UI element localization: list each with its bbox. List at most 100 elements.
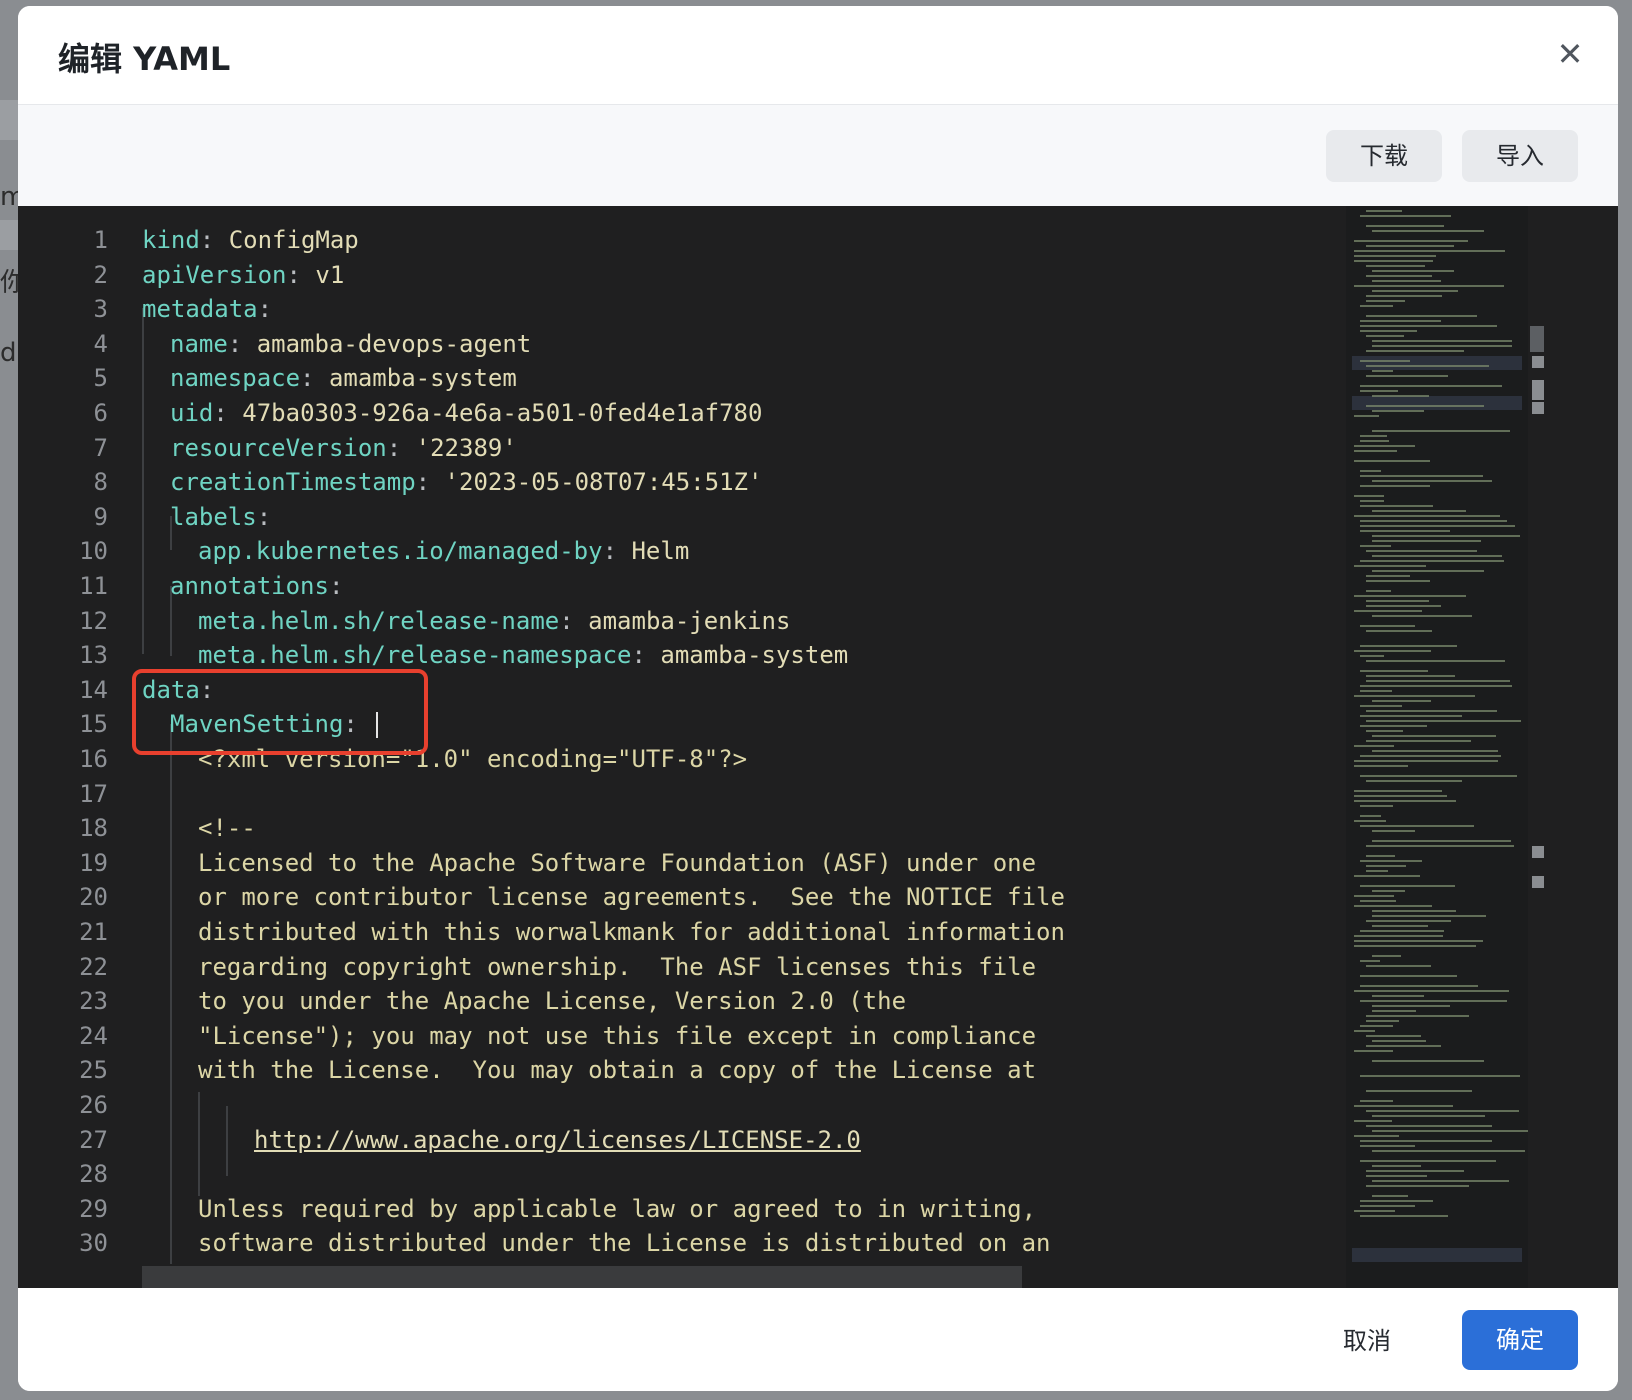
code-line: annotations: [170, 568, 343, 604]
yaml-separator: : [300, 364, 329, 393]
vertical-scrollbar-thumb[interactable] [1530, 326, 1544, 352]
minimap-line [1360, 705, 1403, 707]
backdrop-text: d [0, 338, 17, 368]
dialog-title: 编辑 YAML [58, 40, 231, 78]
minimap-line [1360, 1000, 1507, 1002]
yaml-key: meta.helm.sh/release-namespace [198, 641, 632, 670]
minimap-line [1354, 905, 1432, 907]
minimap-line [1366, 300, 1406, 302]
minimap-line [1372, 750, 1498, 752]
minimap-line [1366, 225, 1444, 227]
minimap-highlight [1352, 396, 1522, 410]
minimap-line [1360, 715, 1462, 717]
dialog-footer: 取消 确定 [18, 1288, 1618, 1391]
minimap-line [1360, 685, 1513, 687]
line-number: 8 [93, 468, 108, 497]
line-number: 28 [79, 1160, 108, 1189]
minimap-line [1366, 210, 1403, 212]
confirm-button[interactable]: 确定 [1462, 1310, 1578, 1370]
scrollbar-marker [1532, 356, 1544, 368]
yaml-key: namespace [170, 364, 301, 393]
minimap-line [1360, 440, 1389, 442]
minimap-line [1372, 395, 1430, 397]
line-number: 2 [93, 260, 108, 289]
minimap-line [1372, 735, 1497, 737]
minimap-line [1360, 390, 1398, 392]
edit-yaml-dialog: 编辑 YAML ✕ 下载 导入 1 2 3 4 5 6 7 8 9 10 11 12 13 14 15 16 1… [18, 6, 1618, 1391]
license-link[interactable]: http://www.apache.org/licenses/LICENSE-2… [254, 1126, 861, 1154]
text-content: <!-- [198, 814, 256, 843]
line-number: 17 [79, 779, 108, 808]
vertical-scrollbar-track[interactable] [1528, 206, 1618, 1288]
minimap-line [1366, 315, 1477, 317]
minimap-line [1372, 340, 1513, 342]
minimap-line [1366, 730, 1404, 732]
download-button[interactable]: 下载 [1326, 130, 1442, 182]
minimap-line [1366, 1045, 1442, 1047]
minimap-line [1360, 360, 1411, 362]
cancel-button[interactable]: 取消 [1312, 1312, 1422, 1370]
minimap-line [1372, 1010, 1416, 1012]
yaml-value: '22389' [415, 433, 517, 462]
minimap-line [1360, 755, 1501, 757]
minimap-line [1366, 405, 1484, 407]
minimap-line [1360, 1075, 1520, 1077]
import-button[interactable]: 导入 [1462, 130, 1578, 182]
code-line: <!-- [198, 810, 256, 846]
minimap-line [1372, 910, 1457, 912]
minimap-line [1360, 1205, 1416, 1207]
yaml-key: metadata [142, 295, 258, 324]
yaml-separator: : [386, 433, 416, 462]
minimap-line [1372, 1130, 1528, 1132]
yaml-value: amamba-devops-agent [256, 329, 532, 358]
code-minimap[interactable] [1346, 206, 1528, 1288]
minimap-line [1354, 250, 1506, 252]
minimap-line [1372, 1005, 1450, 1007]
minimap-line [1372, 570, 1485, 572]
minimap-line [1354, 1135, 1399, 1137]
editor-toolbar: 下载 导入 [18, 105, 1618, 210]
minimap-line [1366, 920, 1452, 922]
scrollbar-marker [1532, 402, 1544, 414]
minimap-line [1372, 410, 1425, 412]
yaml-value: amamba-system [328, 364, 517, 393]
minimap-line [1354, 875, 1420, 877]
minimap-line [1366, 1110, 1519, 1112]
scrollbar-marker [1532, 388, 1544, 400]
minimap-line [1354, 1030, 1375, 1032]
close-icon[interactable]: ✕ [1548, 32, 1592, 76]
line-number: 20 [79, 883, 108, 912]
minimap-line [1366, 1090, 1472, 1092]
minimap-line [1366, 865, 1407, 867]
line-number: 13 [79, 641, 108, 670]
yaml-key: annotations [170, 572, 329, 600]
code-line: namespace: amamba-system [170, 360, 517, 396]
code-line: http://www.apache.org/licenses/LICENSE-2… [254, 1122, 861, 1158]
scrollbar-marker [1532, 876, 1544, 888]
minimap-line [1354, 595, 1467, 597]
code-line: Licensed to the Apache Software Foundati… [198, 845, 1036, 881]
minimap-line [1366, 1170, 1465, 1172]
dialog-header: 编辑 YAML ✕ [18, 6, 1618, 105]
minimap-line [1372, 345, 1513, 347]
text-content: "License"); you may not use this file ex… [198, 1021, 1037, 1050]
yaml-key: apiVersion [142, 260, 287, 289]
yaml-key: app.kubernetes.io/managed-by [198, 537, 603, 566]
minimap-line [1372, 280, 1442, 282]
text-content: to you under the Apache License, Version… [198, 987, 907, 1016]
code-line: meta.helm.sh/release-name: amamba-jenkin… [198, 603, 790, 639]
minimap-line [1366, 710, 1497, 712]
yaml-key: resourceVersion [170, 433, 387, 462]
line-number: 7 [93, 433, 108, 462]
line-number: 27 [79, 1125, 108, 1154]
minimap-line [1360, 320, 1442, 322]
minimap-line [1366, 1185, 1470, 1187]
yaml-code-editor[interactable]: 1 2 3 4 5 6 7 8 9 10 11 12 13 14 15 16 17 18 19 20 21 22 23 24 2… [18, 206, 1618, 1288]
minimap-line [1354, 610, 1423, 612]
minimap-line [1360, 325, 1498, 327]
minimap-line [1360, 1025, 1393, 1027]
minimap-line [1354, 795, 1448, 797]
yaml-separator: : [328, 572, 344, 600]
minimap-line [1372, 1165, 1422, 1167]
horizontal-scrollbar[interactable] [142, 1266, 1022, 1288]
